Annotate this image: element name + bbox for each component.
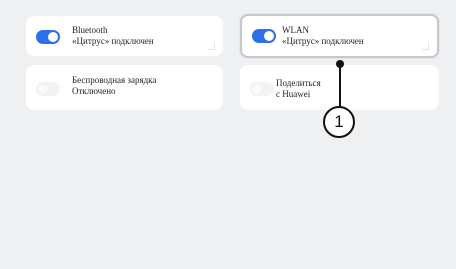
huawei-share-toggle[interactable]	[250, 82, 274, 96]
toggle-knob	[264, 31, 274, 41]
expand-corner-icon	[422, 43, 429, 50]
toggle-knob	[252, 84, 262, 94]
callout-line	[339, 63, 341, 111]
wireless-charging-toggle[interactable]	[36, 82, 60, 96]
bluetooth-tile[interactable]: Bluetooth «Цитрус» подключен	[26, 16, 223, 56]
wlan-tile[interactable]: WLAN «Цитрус» подключен	[240, 14, 439, 58]
huawei-share-status: с Huawei	[276, 89, 311, 99]
huawei-share-title: Поделиться	[276, 78, 321, 88]
wireless-charging-tile[interactable]: Беспроводная зарядка Отключено	[26, 65, 223, 110]
toggle-knob	[38, 84, 48, 94]
bluetooth-title: Bluetooth	[72, 25, 108, 35]
wireless-charging-status: Отключено	[72, 86, 116, 96]
toggle-knob	[48, 32, 58, 42]
callout-number-badge: 1	[323, 106, 355, 138]
bluetooth-status: «Цитрус» подключен	[72, 36, 154, 46]
wlan-status: «Цитрус» подключен	[282, 36, 364, 46]
expand-corner-icon	[208, 43, 215, 50]
wlan-toggle[interactable]	[252, 29, 276, 43]
quick-settings-panel: Bluetooth «Цитрус» подключен WLAN «Цитру…	[16, 8, 442, 261]
wlan-title: WLAN	[282, 25, 309, 35]
wireless-charging-title: Беспроводная зарядка	[72, 75, 157, 85]
bluetooth-toggle[interactable]	[36, 30, 60, 44]
